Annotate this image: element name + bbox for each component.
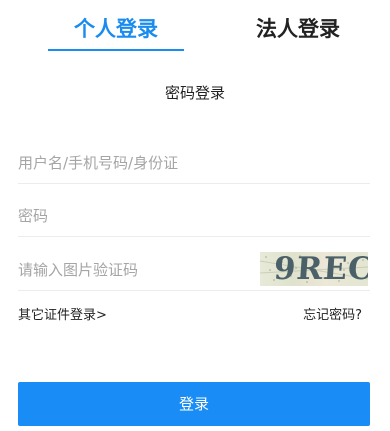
password-field-row [18,196,370,237]
tab-personal-login[interactable]: 个人登录 [48,14,184,44]
captcha-input[interactable] [18,250,238,290]
password-input[interactable] [18,196,238,236]
other-certificate-login-link[interactable]: 其它证件登录> [18,306,107,326]
username-input[interactable] [18,143,238,183]
login-button[interactable]: 登录 [18,382,370,426]
username-field-row [18,143,370,184]
tab-legal-login[interactable]: 法人登录 [230,14,366,44]
login-method-title: 密码登录 [164,84,225,102]
captcha-text: 9REC [272,252,368,286]
captcha-image[interactable]: 9REC [260,252,368,286]
helper-links: 其它证件登录> 忘记密码? [18,306,362,326]
forgot-password-link[interactable]: 忘记密码? [303,306,362,326]
captcha-field-row: 9REC [18,250,370,291]
active-tab-indicator [48,49,184,51]
login-tabs: 个人登录 法人登录 [0,0,390,54]
login-page: 个人登录 法人登录 密码登录 用户名/手机号码/身份证 请输入图片验证码 9RE… [0,0,390,431]
